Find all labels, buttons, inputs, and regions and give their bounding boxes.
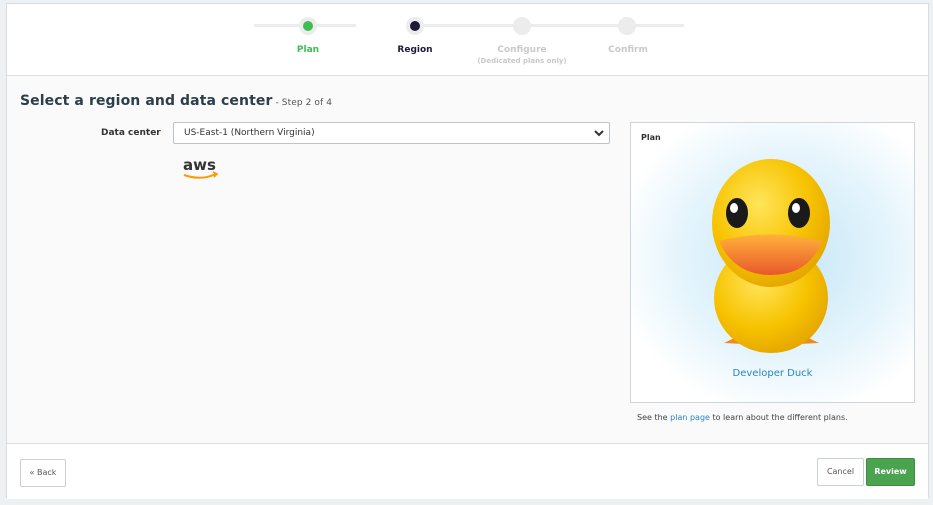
step-label-configure: Configure	[497, 45, 547, 55]
duck-mascot-image	[712, 159, 830, 353]
data-center-label: Data center	[101, 128, 161, 138]
page-title-text: Select a region and data center	[20, 93, 273, 109]
wizard-footer: « Back Cancel Review	[7, 443, 928, 499]
svg-text:aws: aws	[183, 156, 216, 174]
plan-name: Developer Duck	[732, 368, 813, 379]
chevron-down-icon	[594, 130, 604, 137]
step-dot-confirm	[618, 17, 636, 35]
step-dot-region	[406, 17, 424, 35]
plan-card-title: Plan	[641, 133, 661, 142]
step-dot-configure	[513, 17, 531, 35]
step-label-plan: Plan	[296, 45, 320, 55]
stepper-header: Plan Region Configure (Dedicated plans o…	[7, 4, 928, 76]
step-sublabel-configure: (Dedicated plans only)	[477, 57, 567, 65]
step-label-confirm: Confirm	[608, 45, 648, 55]
step-connector	[424, 24, 684, 27]
back-button[interactable]: « Back	[20, 459, 66, 487]
aws-logo: aws	[183, 156, 219, 179]
data-center-value: US-East-1 (Northern Virginia)	[184, 128, 315, 138]
data-center-select[interactable]: US-East-1 (Northern Virginia)	[173, 122, 610, 144]
cancel-button[interactable]: Cancel	[817, 458, 864, 486]
plan-card: Plan Developer Duck	[630, 122, 915, 403]
page-title: Select a region and data center - Step 2 …	[20, 93, 332, 109]
plan-note-before: See the	[637, 413, 671, 422]
plan-page-link[interactable]: plan page	[670, 413, 710, 422]
wizard-panel: Plan Region Configure (Dedicated plans o…	[6, 3, 929, 499]
step-label-region: Region	[397, 45, 433, 55]
step-indicator: - Step 2 of 4	[275, 98, 333, 108]
review-button[interactable]: Review	[866, 458, 915, 486]
plan-note: See the plan page to learn about the dif…	[637, 413, 848, 422]
step-dot-plan	[299, 17, 317, 35]
plan-note-after: to learn about the different plans.	[709, 413, 848, 422]
